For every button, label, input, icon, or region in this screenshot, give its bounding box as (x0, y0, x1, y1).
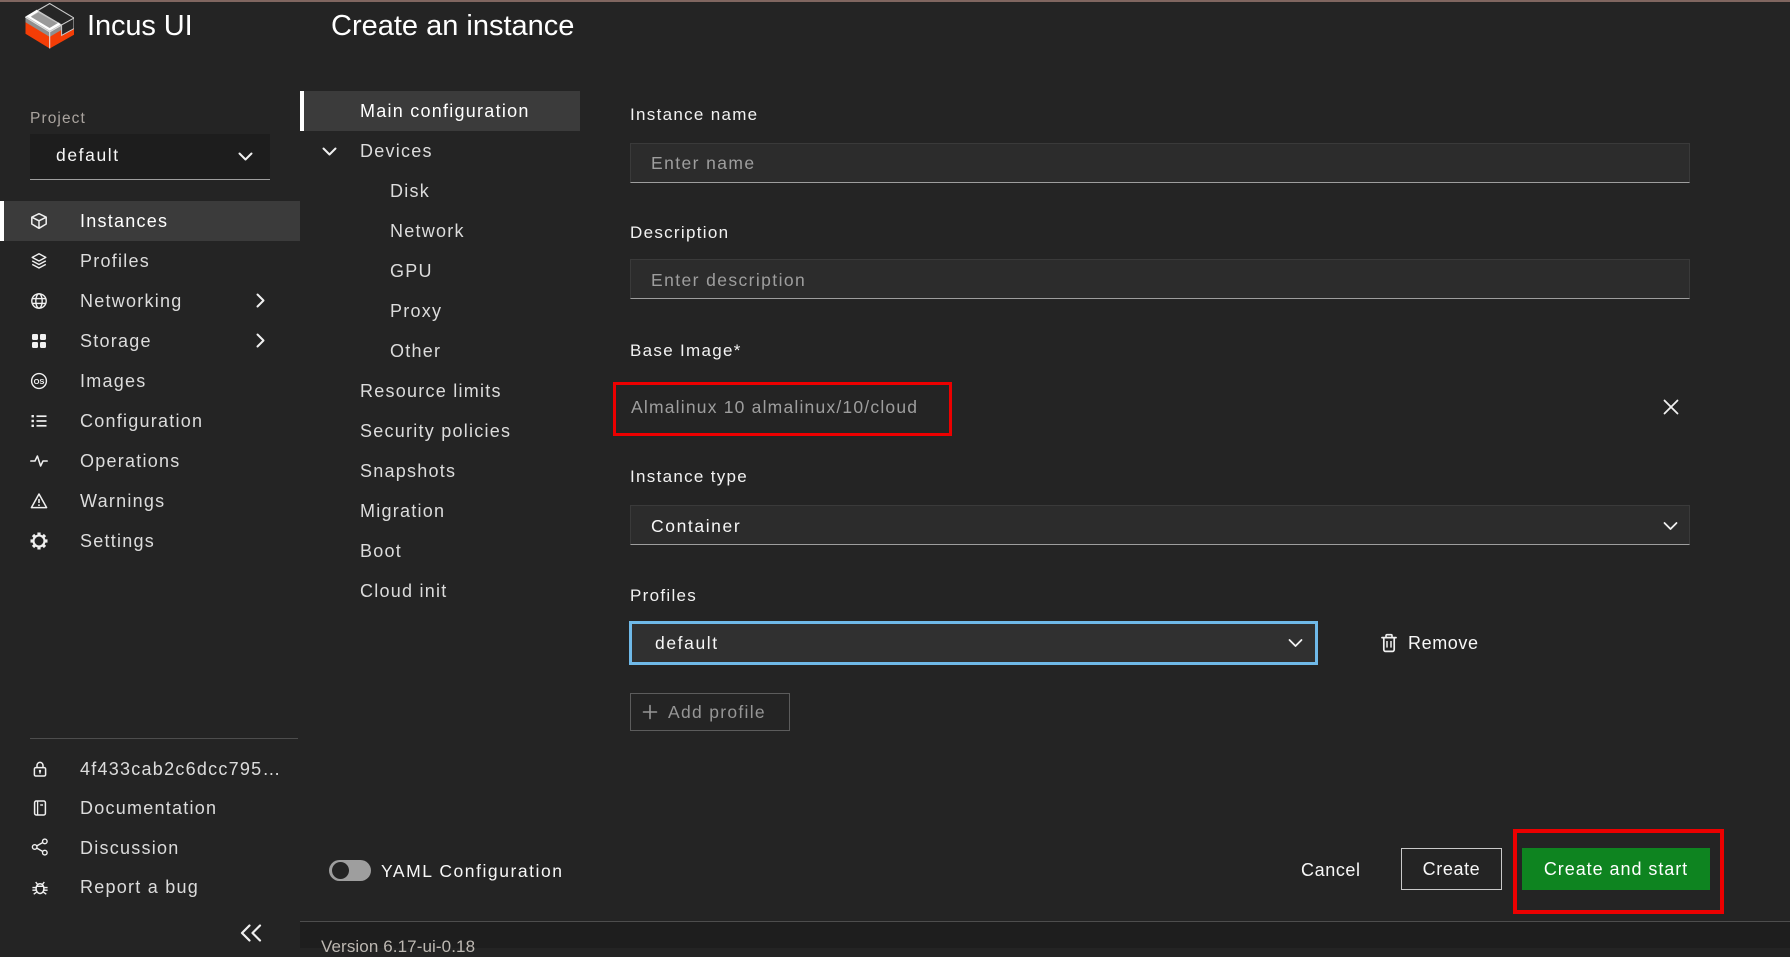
svg-text:OS: OS (34, 377, 45, 386)
